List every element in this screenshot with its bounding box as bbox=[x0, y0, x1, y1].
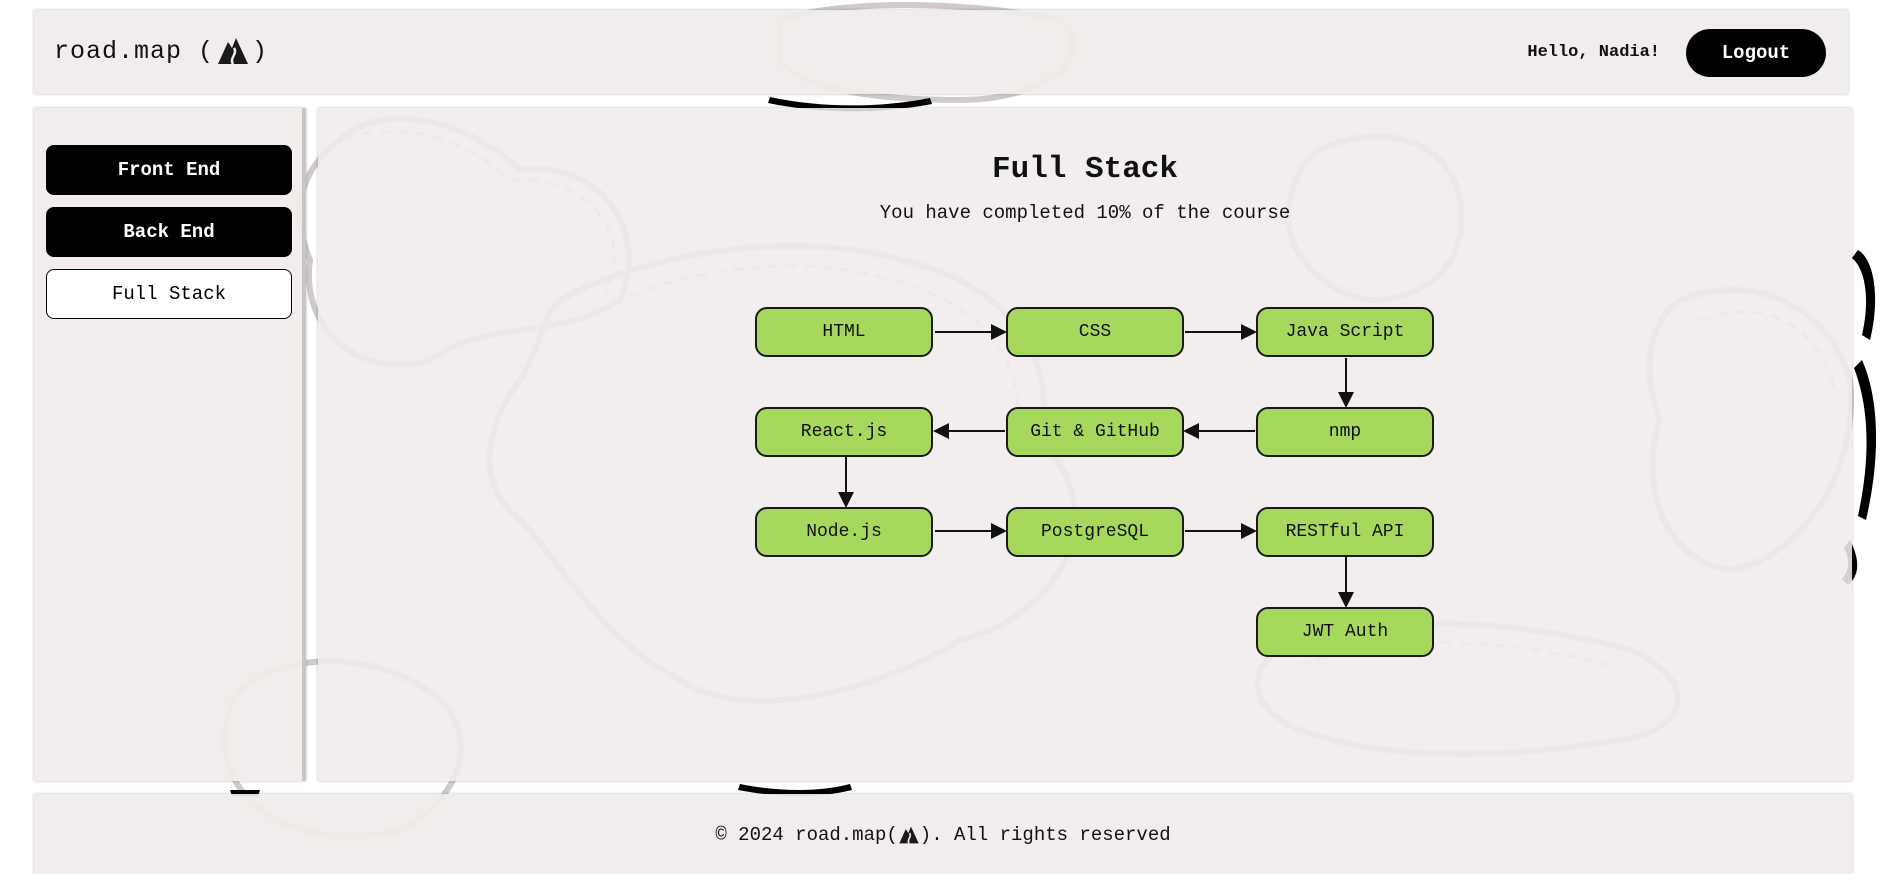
roadmap-node-html[interactable]: HTML bbox=[755, 307, 933, 357]
page-footer: © 2024 road.map( ). All rights reserved bbox=[34, 794, 1852, 874]
sidebar-item-front-end[interactable]: Front End bbox=[46, 145, 292, 195]
copyright-prefix: © 2024 road.map( bbox=[715, 824, 898, 846]
progress-text: You have completed 10% of the course bbox=[879, 202, 1291, 224]
roadmap-node-git-github[interactable]: Git & GitHub bbox=[1006, 407, 1184, 457]
copyright-suffix: ). All rights reserved bbox=[919, 824, 1171, 846]
roadmap-node-javascript[interactable]: Java Script bbox=[1256, 307, 1434, 357]
roadmap-node-restful-api[interactable]: RESTful API bbox=[1256, 507, 1434, 557]
course-sidebar: Front End Back End Full Stack bbox=[34, 108, 306, 781]
brand-logo[interactable]: road.map ( ) bbox=[54, 34, 268, 68]
top-header: road.map ( ) Hello, Nadia! Logout bbox=[34, 10, 1848, 94]
mountain-icon bbox=[218, 38, 249, 65]
sidebar-item-full-stack[interactable]: Full Stack bbox=[46, 269, 292, 319]
roadmap-node-nodejs[interactable]: Node.js bbox=[755, 507, 933, 557]
user-greeting: Hello, Nadia! bbox=[1527, 43, 1660, 62]
roadmap-node-css[interactable]: CSS bbox=[1006, 307, 1184, 357]
logout-button[interactable]: Logout bbox=[1686, 29, 1826, 77]
page-title: Full Stack bbox=[991, 152, 1179, 187]
roadmap-content: Full Stack You have completed 10% of the… bbox=[318, 108, 1852, 781]
roadmap-node-postgresql[interactable]: PostgreSQL bbox=[1006, 507, 1184, 557]
brand-close: ) bbox=[252, 36, 269, 66]
roadmap-node-reactjs[interactable]: React.js bbox=[755, 407, 933, 457]
copyright-text: © 2024 road.map( ). All rights reserved bbox=[34, 824, 1852, 846]
mountain-icon bbox=[899, 826, 919, 844]
roadmap-node-jwt-auth[interactable]: JWT Auth bbox=[1256, 607, 1434, 657]
sidebar-item-back-end[interactable]: Back End bbox=[46, 207, 292, 257]
brand-text: road.map ( bbox=[54, 36, 215, 66]
roadmap-node-nmp[interactable]: nmp bbox=[1256, 407, 1434, 457]
